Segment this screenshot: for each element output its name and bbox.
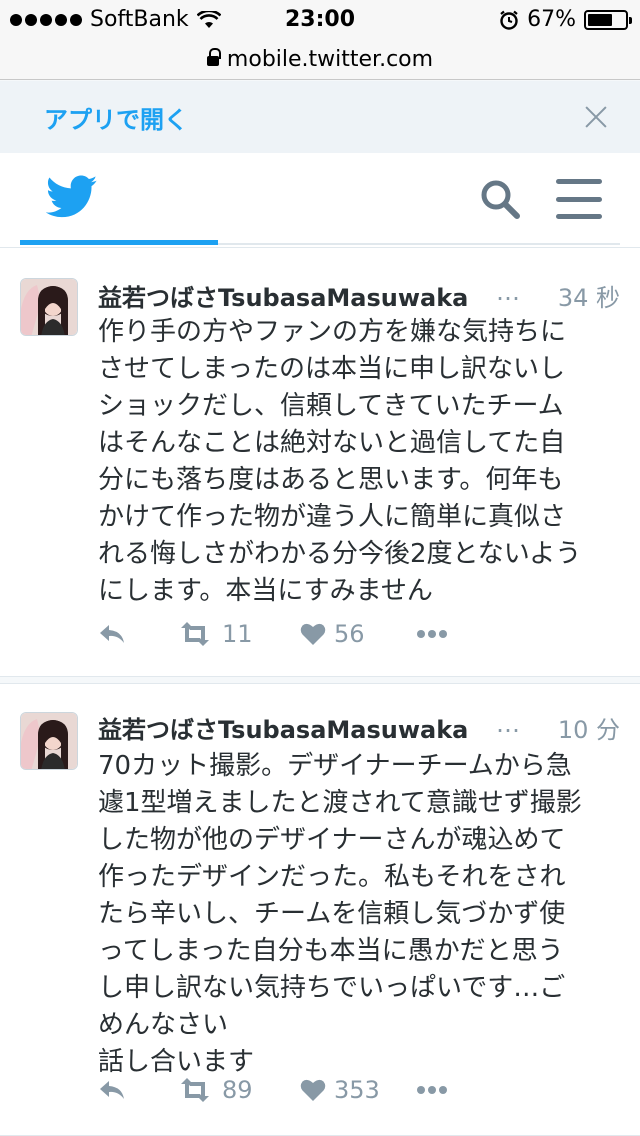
author-name[interactable]: 益若つばさTsubasaMasuwaka (98, 710, 468, 745)
more-options-button[interactable] (416, 629, 456, 639)
retweet-button[interactable]: 11 (178, 620, 300, 648)
like-button[interactable]: 353 (300, 1076, 416, 1104)
avatar[interactable] (20, 278, 78, 336)
url-bar[interactable]: mobile.twitter.com (0, 40, 640, 80)
tweet-text-line: し申し訳ない気持ちでいっぱいです…ご (98, 973, 566, 1003)
tweet-text-line: たら辛いし、チームを信頼し気づかず使 (98, 899, 566, 929)
open-in-app-banner: アプリで開く (0, 81, 640, 153)
tweet-text-line: 遽1型増えましたと渡されて意識せず撮影 (98, 788, 582, 818)
active-tab-indicator (20, 240, 218, 245)
tweet-text-line: 70カット撮影。デザイナーチームから急 (98, 751, 572, 781)
tweet-text-line: はそんなことは絶対ないと過信してた自 (98, 428, 566, 458)
tweet-text-line: れる悔しさがわかる分今後2度とないよう (98, 539, 582, 569)
reply-button[interactable] (98, 622, 178, 646)
battery-percent: 67% (527, 7, 576, 32)
avatar[interactable] (20, 712, 78, 770)
open-in-app-link[interactable]: アプリで開く (44, 100, 188, 135)
more-icon (417, 630, 447, 638)
reply-button[interactable] (98, 1078, 178, 1102)
retweet-count: 89 (222, 1076, 253, 1104)
more-icon (417, 1086, 447, 1094)
tweet-text-line: ショックだし、信頼してきていたチーム (98, 391, 564, 421)
like-button[interactable]: 56 (300, 620, 416, 648)
twitter-header (0, 153, 640, 247)
retweet-icon (181, 622, 209, 646)
tweet-timestamp[interactable]: 34 秒 (558, 278, 620, 313)
tweet-text-line: にします。本当にすみません (98, 576, 433, 606)
tweet-text-line: かけて作った物が違う人に簡単に真似さ (98, 502, 567, 532)
status-bar: SoftBank 23:00 67% (0, 0, 640, 40)
tweet-actions: 89 353 (98, 1072, 518, 1108)
tweet-text-line: めんなさい (98, 1010, 229, 1040)
tweet-text-line: 分にも落ち度はあると思います。何年も (98, 465, 564, 495)
reply-icon (100, 1081, 124, 1099)
name-truncation: … (496, 278, 520, 306)
tweet[interactable]: 益若つばさTsubasaMasuwaka … 10 分 70カット撮影。デザイナ… (0, 683, 640, 1136)
tweet-text: 作り手の方やファンの方を嫌な気持ちに させてしまったのは本当に申し訳ないし ショ… (98, 314, 618, 610)
hamburger-menu-icon[interactable] (556, 179, 602, 219)
retweet-count: 11 (222, 620, 253, 648)
url-text: mobile.twitter.com (226, 47, 434, 72)
tweet-actions: 11 56 (98, 616, 518, 652)
retweet-button[interactable]: 89 (178, 1076, 300, 1104)
tweet-text-line: 作ったデザインだった。私もそれをされ (98, 862, 566, 892)
more-options-button[interactable] (416, 1085, 456, 1095)
tweet[interactable]: 益若つばさTsubasaMasuwaka … 34 秒 作り手の方やファンの方を… (0, 247, 640, 677)
like-count: 56 (334, 620, 365, 648)
battery-icon (584, 9, 632, 30)
heart-icon (300, 623, 326, 645)
reply-icon (100, 625, 124, 643)
tweet-text: 70カット撮影。デザイナーチームから急 遽1型増えましたと渡されて意識せず撮影 … (98, 748, 618, 1081)
close-icon[interactable] (582, 103, 610, 131)
tweet-text-line: させてしまったのは本当に申し訳ないし (98, 354, 565, 384)
tweet-text-line: ってしまった自分も本当に愚かだと思う (98, 936, 564, 966)
alarm-icon (500, 10, 518, 30)
author-name[interactable]: 益若つばさTsubasaMasuwaka (98, 278, 468, 313)
name-truncation: … (496, 710, 520, 738)
search-icon[interactable] (478, 177, 522, 221)
tweet-text-line: した物が他のデザイナーさんが魂込めて (98, 825, 566, 855)
tab-divider (218, 243, 620, 245)
lock-icon (206, 47, 221, 70)
tweet-timestamp[interactable]: 10 分 (558, 710, 620, 745)
twitter-bird-icon[interactable] (46, 175, 98, 219)
tweet-text-line: 作り手の方やファンの方を嫌な気持ちに (98, 317, 567, 347)
retweet-icon (181, 1078, 209, 1102)
heart-icon (300, 1079, 326, 1101)
timeline: 益若つばさTsubasaMasuwaka … 34 秒 作り手の方やファンの方を… (0, 247, 640, 1136)
like-count: 353 (334, 1076, 380, 1104)
